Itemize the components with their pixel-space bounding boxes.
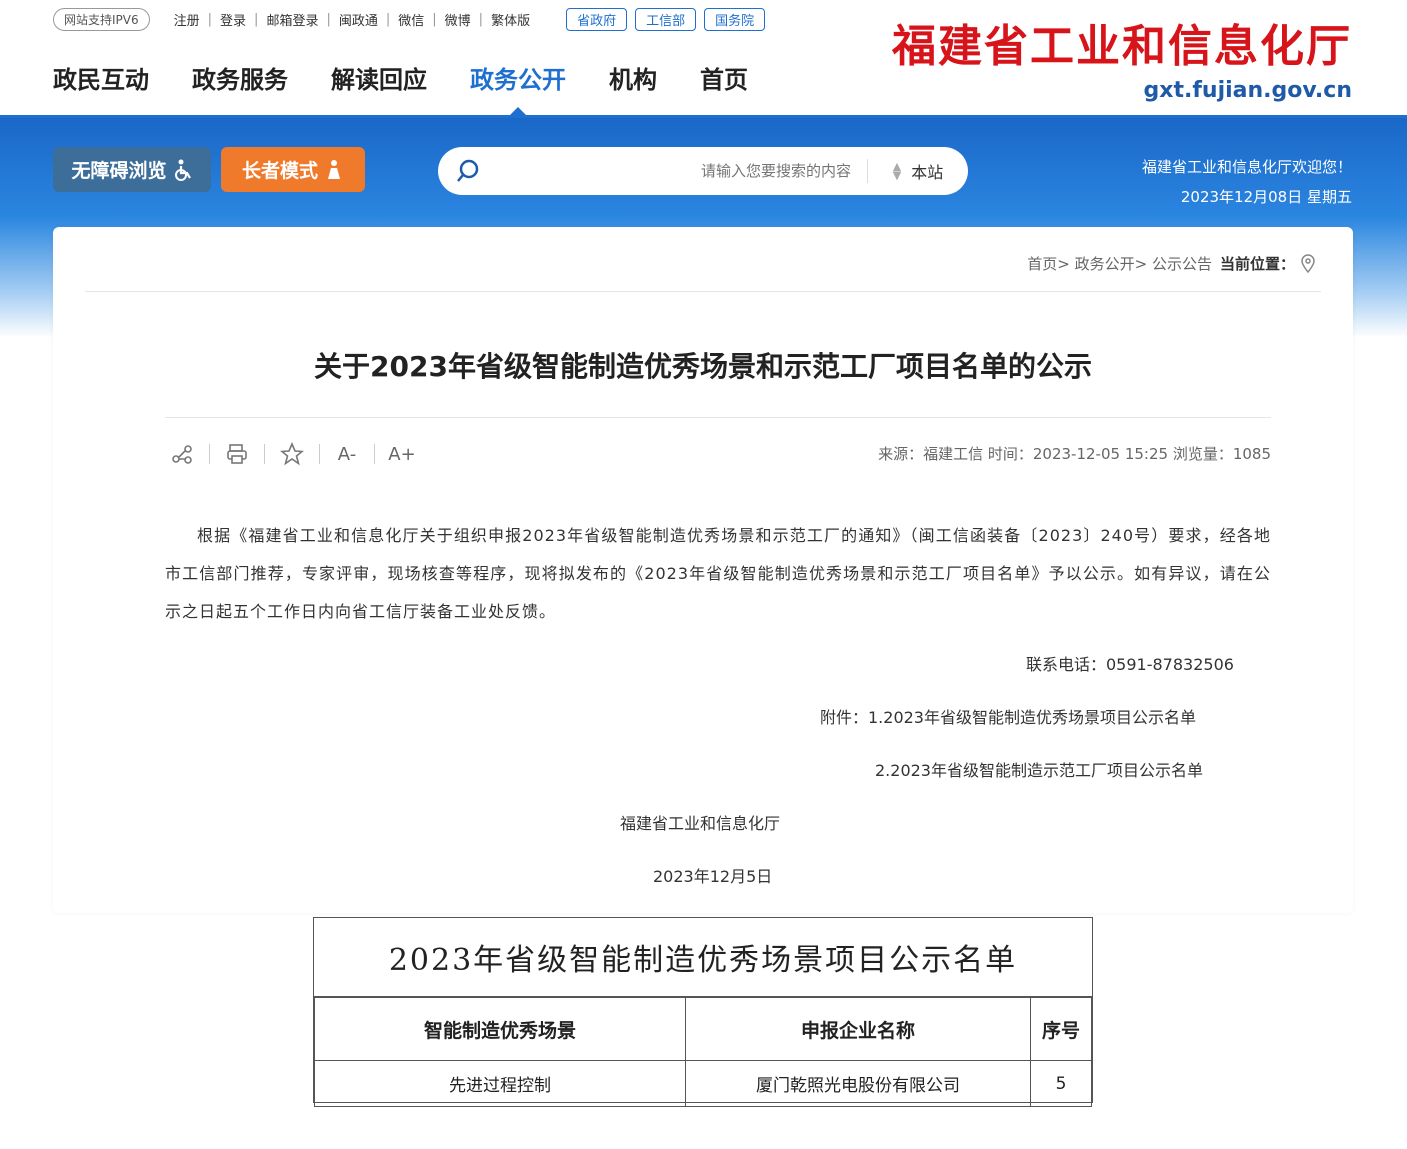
search-scope-value: 本站: [911, 163, 944, 182]
search-icon[interactable]: [438, 147, 498, 195]
crumb-path[interactable]: 首页> 政务公开> 公示公告: [1027, 253, 1212, 274]
attachment-1-link[interactable]: 附件：1.2023年省级智能制造优秀场景项目公示名单: [820, 704, 1196, 728]
accessible-browse-button[interactable]: 无障碍浏览: [53, 147, 211, 192]
content-card: 首页> 政务公开> 公示公告 当前位置： 关于2023年省级智能制造优秀场景和示…: [53, 227, 1353, 913]
font-increase-button[interactable]: A+: [385, 439, 419, 469]
share-icon[interactable]: [165, 439, 199, 469]
gov-link-state-council[interactable]: 国务院: [704, 8, 766, 31]
site-name: 福建省工业和信息化厅: [892, 21, 1352, 72]
elder-person-icon: [328, 159, 340, 179]
sort-arrows-icon: ▲ ▼: [892, 160, 902, 182]
sheet-title: 2023年省级智能制造优秀场景项目公示名单: [314, 918, 1092, 997]
article-meta: 来源：福建工信 时间：2023-12-05 15:25 浏览量：1085: [878, 445, 1271, 463]
search-bar: ▲▼ 本站: [438, 147, 968, 195]
search-scope-select[interactable]: ▲ ▼ 本站: [867, 159, 968, 183]
sheet-table: 智能制造优秀场景 申报企业名称 序号 先进过程控制 厦门乾照光电股份有限公司 5: [314, 997, 1092, 1107]
wechat-link[interactable]: 微信: [398, 10, 424, 29]
font-decrease-button[interactable]: A-: [330, 439, 364, 469]
gov-link-miit[interactable]: 工信部: [635, 8, 697, 31]
font-decrease-label: A-: [337, 443, 357, 465]
table-cell: 先进过程控制: [314, 1060, 686, 1107]
article-title: 关于2023年省级智能制造优秀场景和示范工厂项目名单的公示: [314, 350, 1092, 383]
sign-date: 2023年12月5日: [653, 867, 773, 886]
contact-line: 联系电话：0591-87832506: [1026, 655, 1234, 674]
attachment-sheet-image: 2023年省级智能制造优秀场景项目公示名单 智能制造优秀场景 申报企业名称 序号…: [313, 917, 1093, 1107]
main-nav: 政民互动 政务服务 解读回应 政务公开 机构 首页: [53, 60, 791, 115]
login-link[interactable]: 登录: [220, 10, 246, 29]
date-text: 2023年12月08日 星期五: [1180, 188, 1352, 206]
site-url: gxt.fujian.gov.cn: [1143, 78, 1352, 103]
accessible-label: 无障碍浏览: [71, 160, 167, 182]
table-cell: 厦门乾照光电股份有限公司: [685, 1060, 1031, 1107]
location-pin-icon: [1301, 253, 1315, 273]
attachment-2-link[interactable]: 2.2023年省级智能制造示范工厂项目公示名单: [875, 757, 1203, 781]
body-paragraph: 根据《福建省工业和信息化厅关于组织申报2023年省级智能制造优秀场景和示范工厂的…: [165, 526, 1271, 621]
gov-link-province[interactable]: 省政府: [566, 8, 628, 31]
table-header-cell: 智能制造优秀场景: [314, 997, 686, 1061]
crumb-location-label: 当前位置：: [1219, 255, 1295, 273]
nav-interaction[interactable]: 政民互动: [53, 60, 149, 109]
article-body: 根据《福建省工业和信息化厅关于组织申报2023年省级智能制造优秀场景和示范工厂的…: [165, 517, 1271, 631]
print-icon[interactable]: [220, 439, 254, 469]
elder-mode-button[interactable]: 长者模式: [221, 147, 365, 192]
table-cell: 5: [1030, 1060, 1092, 1107]
search-input[interactable]: [498, 161, 853, 181]
divider: [165, 417, 1271, 418]
divider: [85, 291, 1321, 292]
table-header-cell: 申报企业名称: [685, 997, 1031, 1061]
table-header-row: 智能制造优秀场景 申报企业名称 序号: [314, 997, 1092, 1061]
welcome-block: 福建省工业和信息化厅欢迎您！ 2023年12月08日 星期五: [1142, 152, 1352, 212]
nav-services[interactable]: 政务服务: [192, 60, 288, 109]
site-logo[interactable]: 福建省工业和信息化厅 gxt.fujian.gov.cn: [892, 10, 1352, 103]
nav-home[interactable]: 首页: [700, 60, 748, 109]
weibo-link[interactable]: 微博: [445, 10, 471, 29]
nav-disclosure[interactable]: 政务公开: [470, 60, 566, 115]
nav-organization[interactable]: 机构: [609, 60, 657, 109]
wheelchair-icon: [174, 159, 191, 181]
table-row: 先进过程控制 厦门乾照光电股份有限公司 5: [314, 1060, 1092, 1107]
nav-interpretation[interactable]: 解读回应: [331, 60, 427, 109]
mail-login-link[interactable]: 邮箱登录: [266, 10, 318, 29]
top-header: 网站支持IPV6 注册 | 登录 | 邮箱登录 | 闽政通 | 微信 | 微博 | 繁体版 …: [0, 0, 1407, 118]
elder-label: 长者模式: [241, 160, 318, 182]
breadcrumb: 首页> 政务公开> 公示公告 当前位置：: [1027, 253, 1317, 274]
ipv6-badge: 网站支持IPV6: [53, 8, 150, 31]
signer: 福建省工业和信息化厅: [620, 814, 781, 833]
welcome-text: 福建省工业和信息化厅欢迎您！: [1141, 158, 1352, 176]
favorite-icon[interactable]: [275, 439, 309, 469]
utility-bar: 网站支持IPV6 注册 | 登录 | 邮箱登录 | 闽政通 | 微信 | 微博 | 繁体版 …: [53, 8, 766, 31]
article-toolbar: A- A+: [165, 439, 419, 469]
table-header-cell: 序号: [1030, 997, 1092, 1061]
register-link[interactable]: 注册: [174, 10, 200, 29]
mzt-link[interactable]: 闽政通: [339, 10, 378, 29]
font-increase-label: A+: [388, 443, 416, 465]
traditional-link[interactable]: 繁体版: [491, 10, 530, 29]
